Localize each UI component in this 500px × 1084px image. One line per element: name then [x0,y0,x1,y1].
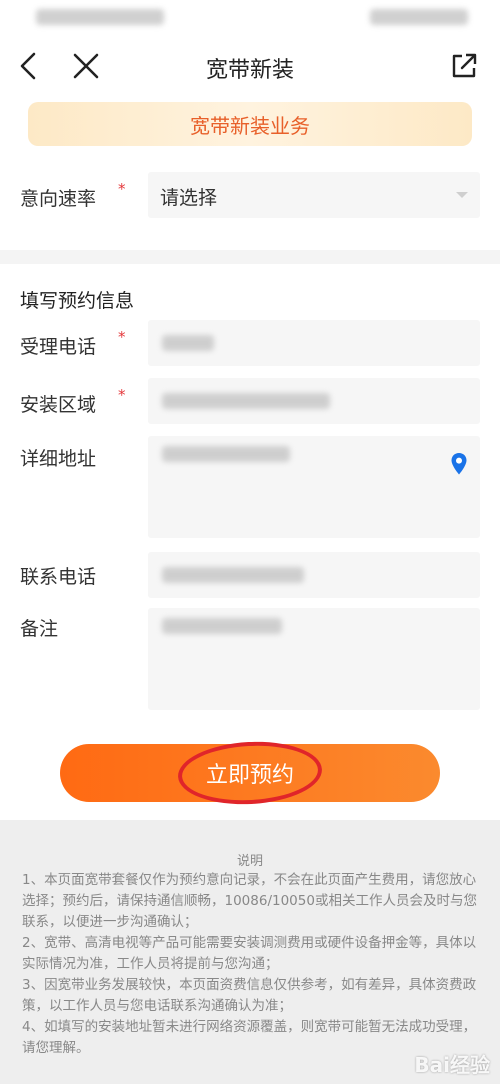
area-select[interactable] [148,378,480,424]
close-icon [73,53,99,79]
address-value-blur [162,446,290,462]
rate-select-value: 请选择 [160,187,218,209]
service-banner: 宽带新装业务 [28,102,472,146]
nav-bar: 宽带新装 [0,34,500,100]
status-bar [0,0,500,34]
notes-line: 4、如填写的安装地址暂未进行网络资源覆盖，则宽带可能暂无法成功受理，请您理解。 [22,1019,477,1056]
rate-select[interactable]: 请选择 [148,172,480,218]
status-left-blur [36,9,164,25]
share-external-icon [452,53,477,78]
area-required-mark: * [118,386,126,404]
banner-text: 宽带新装业务 [190,113,310,138]
notes-section: 说明 1、本页面宽带套餐仅作为预约意向记录，不会在此页面产生费用，请您放心选择；… [0,820,500,1084]
contact-phone-value-blur [162,567,304,583]
address-textarea[interactable] [148,436,480,538]
notes-line: 3、因宽带业务发展较快，本页面资费信息仅供参考，如有差异，具体资费政策，以工作人… [22,977,477,1014]
rate-label: 意向速率 [20,188,97,210]
section-title: 填写预约信息 [20,290,135,312]
dropdown-caret-icon [456,192,468,198]
phone-value-blur [162,335,214,351]
remarks-value-blur [162,618,282,634]
phone-input[interactable] [148,320,480,366]
close-button[interactable] [68,48,104,84]
rate-required-mark: * [118,180,126,198]
notes-title: 说明 [236,854,263,869]
phone-required-mark: * [118,328,126,346]
share-button[interactable] [446,48,482,84]
address-label: 详细地址 [20,448,97,470]
remarks-textarea[interactable] [148,608,480,710]
back-arrow-icon [20,52,36,80]
notes-line: 1、本页面宽带套餐仅作为预约意向记录，不会在此页面产生费用，请您放心选择；预约后… [22,872,477,930]
notes-body: 1、本页面宽带套餐仅作为预约意向记录，不会在此页面产生费用，请您放心选择；预约后… [22,870,478,1059]
book-now-label: 立即预约 [205,762,294,787]
top-card: 宽带新装业务 意向速率 * 请选择 [0,100,500,250]
status-right-blur [370,9,468,25]
phone-label: 受理电话 [20,336,97,358]
contact-phone-label: 联系电话 [20,566,97,588]
area-label: 安装区域 [20,394,97,416]
area-value-blur [162,393,330,409]
book-now-button[interactable]: 立即预约 [60,738,440,808]
location-pin-icon[interactable] [450,452,468,476]
back-button[interactable] [10,48,46,84]
contact-phone-input[interactable] [148,552,480,598]
booking-form: 填写预约信息 受理电话 * 安装区域 * 详细地址 联系电话 备注 [0,264,500,820]
baidu-watermark: Bai经验 [414,1053,490,1077]
remarks-label: 备注 [20,618,59,640]
notes-line: 2、宽带、高清电视等产品可能需要安装调测费用或硬件设备押金等，具体以实际情况为准… [22,935,477,972]
